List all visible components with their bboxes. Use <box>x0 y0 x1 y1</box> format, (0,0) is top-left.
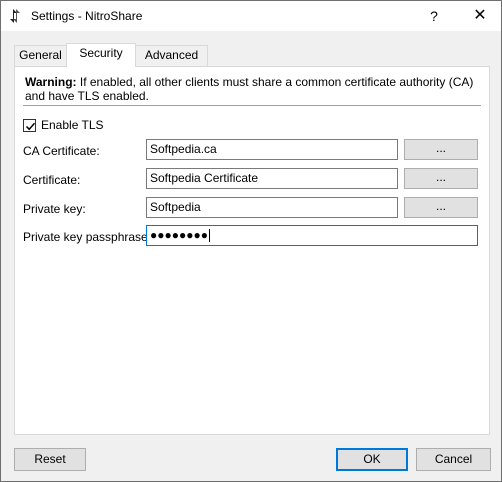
warning-prefix: Warning: <box>25 75 77 89</box>
private-key-passphrase-label: Private key passphrase: <box>23 230 152 244</box>
window-title: Settings - NitroShare <box>31 9 143 23</box>
private-key-passphrase-input[interactable]: ●●●●●●●● <box>146 225 478 246</box>
tab-general[interactable]: General <box>14 45 67 66</box>
ca-certificate-label: CA Certificate: <box>23 144 100 158</box>
separator <box>23 105 481 106</box>
checkmark-icon <box>25 122 36 131</box>
ok-button[interactable]: OK <box>336 448 408 471</box>
text-caret <box>208 229 210 243</box>
security-tab-panel: Warning: If enabled, all other clients m… <box>14 66 490 435</box>
warning-text: If enabled, all other clients must share… <box>25 75 474 103</box>
reset-button[interactable]: Reset <box>14 448 86 471</box>
certificate-input[interactable]: Softpedia Certificate <box>146 168 398 189</box>
settings-dialog: Settings - NitroShare ? ✕ General Securi… <box>0 0 502 482</box>
tab-advanced[interactable]: Advanced <box>135 45 208 66</box>
certificate-label: Certificate: <box>23 173 81 187</box>
certificate-browse-button[interactable]: ... <box>404 168 478 189</box>
passphrase-masked-value: ●●●●●●●● <box>150 228 208 242</box>
ca-certificate-browse-button[interactable]: ... <box>404 139 478 160</box>
tls-warning-message: Warning: If enabled, all other clients m… <box>25 75 480 103</box>
title-bar: Settings - NitroShare ? ✕ <box>1 1 501 31</box>
tab-security[interactable]: Security <box>66 43 136 67</box>
close-button[interactable]: ✕ <box>459 1 501 31</box>
cancel-button[interactable]: Cancel <box>416 448 491 471</box>
private-key-input[interactable]: Softpedia <box>146 197 398 218</box>
private-key-browse-button[interactable]: ... <box>404 197 478 218</box>
ca-certificate-input[interactable]: Softpedia.ca <box>146 139 398 160</box>
enable-tls-label[interactable]: Enable TLS <box>41 118 104 132</box>
enable-tls-checkbox[interactable] <box>23 119 36 132</box>
nitroshare-app-icon <box>9 8 21 24</box>
private-key-label: Private key: <box>23 202 86 216</box>
help-button[interactable]: ? <box>419 1 449 31</box>
